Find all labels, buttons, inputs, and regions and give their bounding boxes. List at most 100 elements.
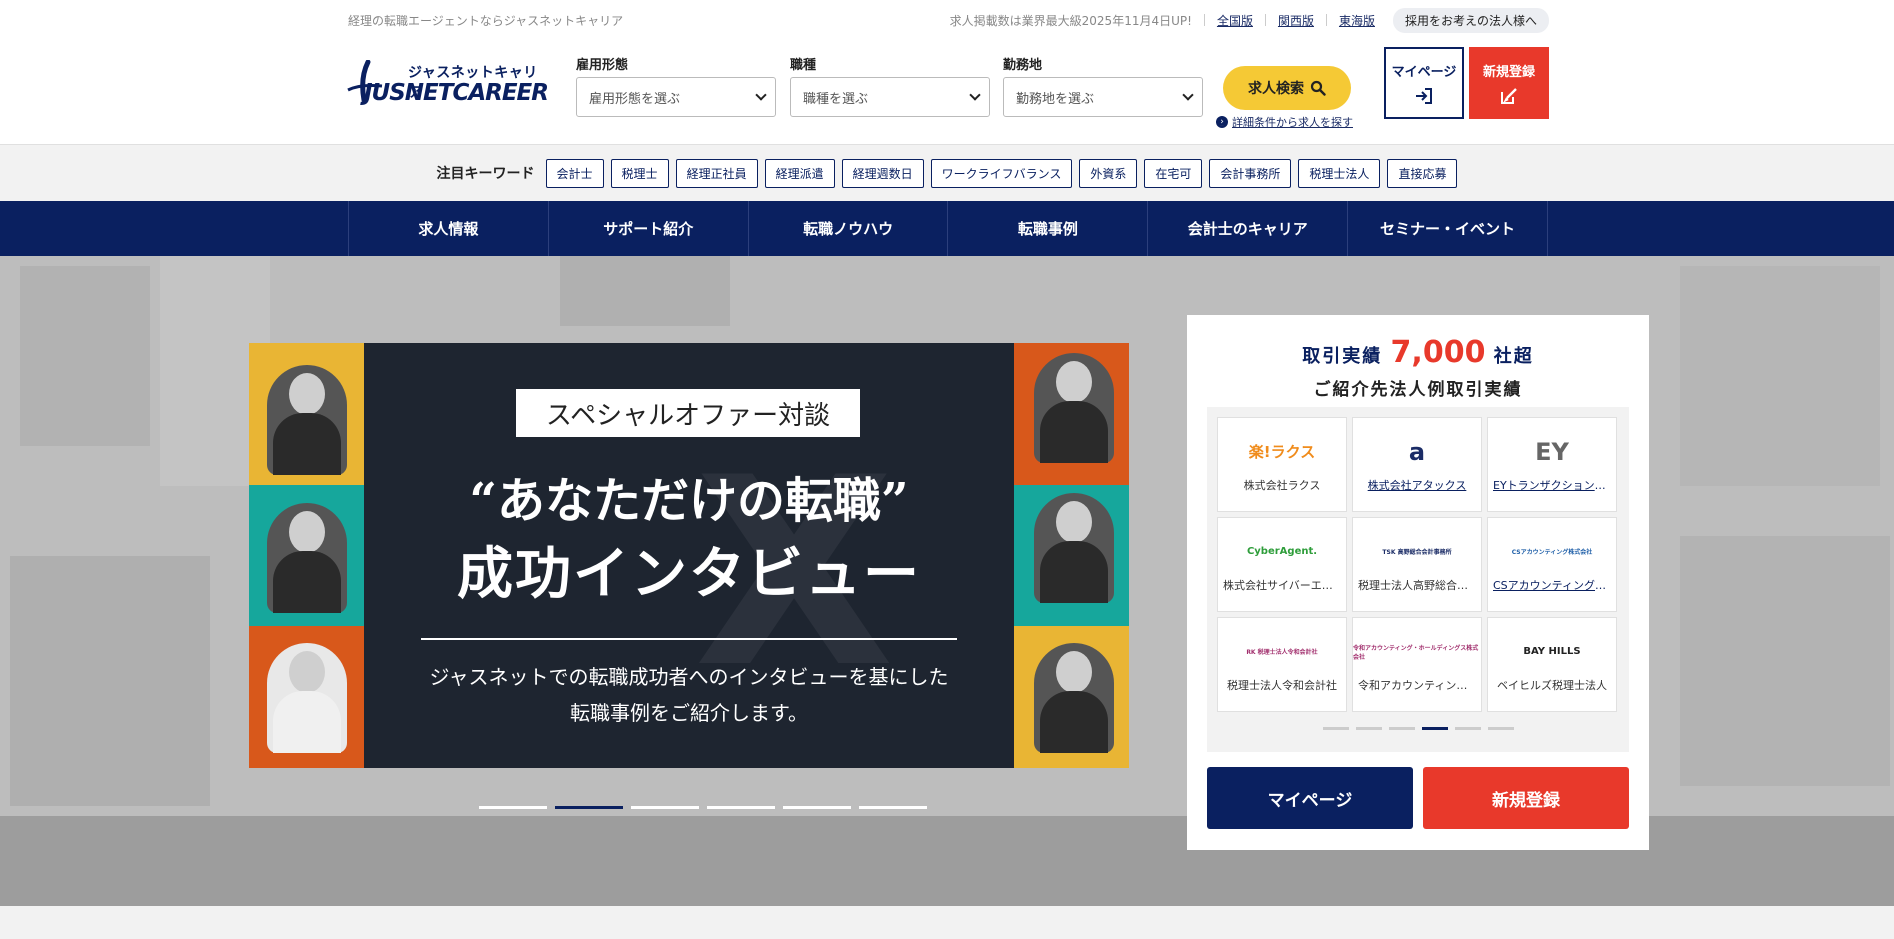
hero-headline: “あなただけの転職” (469, 473, 909, 529)
company-card[interactable]: CyberAgent. 株式会社サイバーエージェント (1217, 517, 1347, 612)
chevron-down-icon (755, 89, 767, 101)
keyword-tag[interactable]: 税理士 (610, 158, 669, 188)
company-name[interactable]: EYトランザクション・アドバイザリー・サービス株式会社 (1493, 477, 1611, 493)
logo-text-en: JUSNETCAREER (364, 80, 549, 106)
company-card[interactable]: BAY HILLS ベイヒルズ税理士法人 (1487, 617, 1617, 712)
nav-item-jobs[interactable]: 求人情報 (349, 201, 549, 256)
company-logo: BAY HILLS (1523, 646, 1581, 657)
keyword-tag[interactable]: 外資系 (1079, 158, 1138, 188)
nav-item-cases[interactable]: 転職事例 (948, 201, 1149, 256)
slide-indicator[interactable] (859, 806, 927, 809)
company-card[interactable]: TSK 高野総合会計事務所税理士法人高野総合会計事務所 (1352, 517, 1482, 612)
keyword-tag[interactable]: 経理週数日 (841, 158, 924, 188)
person-photo (267, 643, 347, 753)
chevron-down-icon (969, 89, 981, 101)
arrow-right-icon: › (1216, 116, 1228, 128)
slide-indicator[interactable] (479, 806, 547, 809)
page-bottom-strip (0, 906, 1894, 939)
job-search-button[interactable]: 求人検索 (1223, 66, 1351, 110)
keyword-tag[interactable]: 会計士 (545, 158, 604, 188)
partners-headline: 取引実績 7,000 社超 (1187, 335, 1649, 370)
nav-item-cpa-career[interactable]: 会計士のキャリア (1148, 201, 1349, 256)
header: 経理の転職エージェントならジャスネットキャリア 求人掲載数は業界最大級2025年… (0, 0, 1894, 144)
keyword-tag[interactable]: 経理派遣 (764, 158, 835, 188)
keyword-bar: 注目キーワード 会計士 税理士 経理正社員 経理派遣 経理週数日 ワークライフバ… (0, 144, 1894, 201)
company-card[interactable]: CSアカウンティング株式会社 CSアカウンティング株式会社 (1487, 517, 1617, 612)
company-name[interactable]: 株式会社アタックス (1358, 477, 1476, 493)
company-card[interactable]: 楽!ラクス 株式会社ラクス (1217, 417, 1347, 512)
region-link-national[interactable]: 全国版 (1217, 12, 1253, 29)
site-logo[interactable]: ジャスネットキャリア JUSNETCAREER (346, 58, 552, 108)
register-button[interactable]: 新規登録 (1469, 47, 1549, 119)
pager-indicator[interactable] (1322, 727, 1349, 730)
keyword-tag[interactable]: 税理士法人 (1298, 158, 1381, 188)
hero-slide[interactable]: X スペシャルオファー対談 “あなただけの転職” 成功インタビュー ジャスネット… (249, 343, 1129, 768)
job-type-label: 職種 (790, 58, 817, 73)
location-select[interactable]: 勤務地を選ぶ (1003, 77, 1203, 117)
company-card[interactable]: EY EYトランザクション・アドバイザリー・サービス株式会社 (1487, 417, 1617, 512)
slide-indicator[interactable] (707, 806, 775, 809)
employment-type-filter: 雇用形態 雇用形態を選ぶ (576, 54, 776, 117)
card-mypage-button[interactable]: マイページ (1207, 767, 1413, 829)
company-card[interactable]: RK 税理士法人令和会計社 税理士法人令和会計社 (1217, 617, 1347, 712)
keyword-tag[interactable]: 在宅可 (1144, 158, 1203, 188)
detail-search-label: 詳細条件から求人を探す (1232, 116, 1353, 129)
company-logo: TSK 高野総合会計事務所 (1382, 549, 1452, 556)
hero-description-line: ジャスネットでの転職成功者へのインタビューを基にした (429, 665, 949, 689)
company-logo: EY (1535, 437, 1569, 466)
detail-search-link[interactable]: › 詳細条件から求人を探す (1216, 114, 1353, 130)
card-register-button[interactable]: 新規登録 (1423, 767, 1629, 829)
pager-indicator[interactable] (1388, 727, 1415, 730)
company-logo: 楽!ラクス (1248, 443, 1316, 461)
select-value: 雇用形態を選ぶ (589, 91, 681, 107)
company-name[interactable]: CSアカウンティング株式会社 (1493, 577, 1611, 593)
mypage-label: マイページ (1391, 64, 1457, 80)
location-filter: 勤務地 勤務地を選ぶ (1003, 54, 1203, 117)
header-utility-bar: 求人掲載数は業界最大級2025年11月4日UP! 全国版 関西版 東海版 採用を… (950, 7, 1549, 33)
person-photo (267, 365, 347, 475)
company-name: ベイヒルズ税理士法人 (1497, 678, 1607, 692)
corporate-button[interactable]: 採用をお考えの法人様へ (1392, 7, 1549, 33)
slide-indicators (479, 806, 927, 809)
keyword-tag[interactable]: 経理正社員 (675, 158, 758, 188)
keyword-tag[interactable]: 会計事務所 (1209, 158, 1292, 188)
region-link-kansai[interactable]: 関西版 (1278, 12, 1314, 29)
slide-indicator[interactable] (555, 806, 623, 809)
region-link-tokai[interactable]: 東海版 (1339, 12, 1375, 29)
hero-section: X スペシャルオファー対談 “あなただけの転職” 成功インタビュー ジャスネット… (0, 256, 1894, 906)
company-logo: 令和アカウンティング・ホールディングス株式会社 (1353, 644, 1479, 661)
hero-subheadline: 成功インタビュー (457, 541, 921, 607)
tagline: 経理の転職エージェントならジャスネットキャリア (348, 14, 624, 28)
hero-description: ジャスネットでの転職成功者へのインタビューを基にした 転職事例をご紹介します。 (364, 659, 1014, 731)
partners-card: 取引実績 7,000 社超 ご紹介先法人例取引実績 楽!ラクス 株式会社ラクス a 株… (1187, 315, 1649, 850)
keyword-title: 注目キーワード (436, 166, 535, 182)
pager-indicator[interactable] (1355, 727, 1382, 730)
person-photo (1034, 493, 1114, 603)
mypage-button[interactable]: マイページ (1384, 47, 1464, 119)
nav-item-support[interactable]: サポート紹介 (549, 201, 749, 256)
company-card[interactable]: a 株式会社アタックス (1352, 417, 1482, 512)
company-name: 税理士法人令和会計社 (1227, 678, 1337, 692)
edit-icon (1501, 87, 1517, 104)
special-offer-tag: スペシャルオファー対談 (516, 389, 860, 437)
slide-indicator[interactable] (783, 806, 851, 809)
select-value: 職種を選ぶ (803, 91, 869, 107)
company-card[interactable]: 令和アカウンティング・ホールディングス株式会社令和アカウンティング・ホールディン… (1352, 617, 1482, 712)
job-type-select[interactable]: 職種を選ぶ (790, 77, 990, 117)
divider (421, 638, 957, 640)
location-label: 勤務地 (1003, 58, 1043, 73)
company-name: 税理士法人高野総合会計事務所 (1358, 578, 1476, 592)
company-logo: CSアカウンティング株式会社 (1511, 549, 1593, 556)
slide-indicator[interactable] (631, 806, 699, 809)
nav-item-seminars[interactable]: セミナー・イベント (1348, 201, 1548, 256)
partners-subtitle: ご紹介先法人例取引実績 (1313, 380, 1523, 400)
keyword-tag[interactable]: ワークライフバランス (930, 158, 1073, 188)
pager-indicator[interactable] (1421, 727, 1448, 730)
keyword-tag[interactable]: 直接応募 (1387, 158, 1458, 188)
pager-indicator[interactable] (1454, 727, 1481, 730)
pager-indicator[interactable] (1487, 727, 1514, 730)
slide-content: X スペシャルオファー対談 “あなただけの転職” 成功インタビュー ジャスネット… (364, 343, 1014, 768)
partner-count: 7,000 (1390, 335, 1486, 370)
employment-type-select[interactable]: 雇用形態を選ぶ (576, 77, 776, 117)
nav-item-knowhow[interactable]: 転職ノウハウ (749, 201, 949, 256)
